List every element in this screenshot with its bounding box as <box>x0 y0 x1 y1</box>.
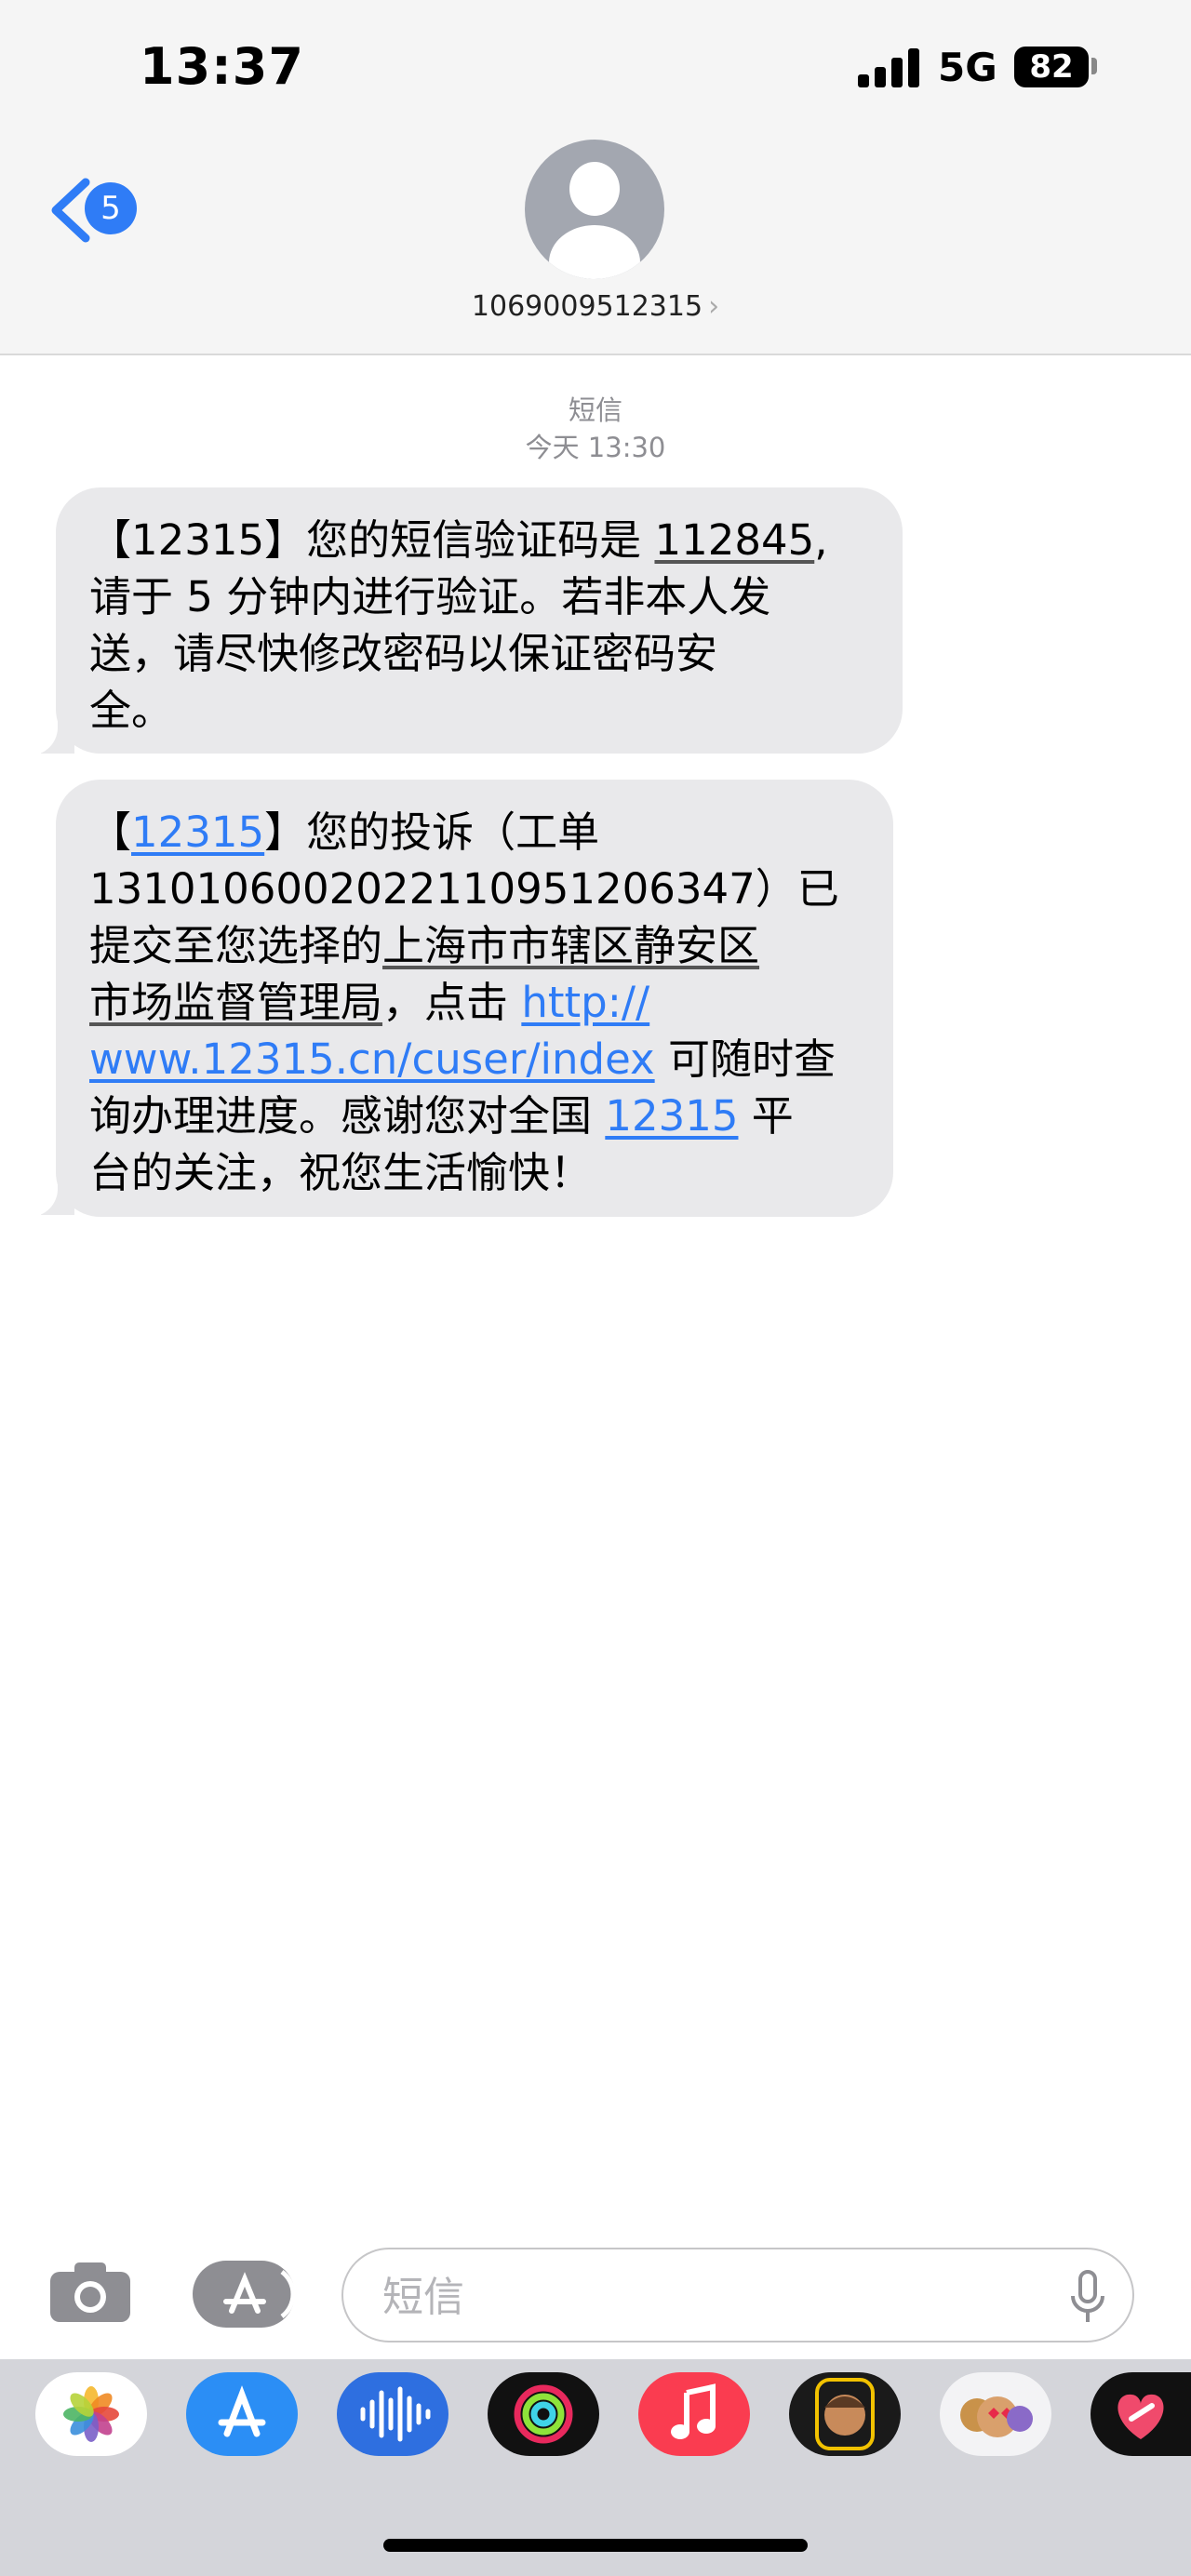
message-line: 提交至您选择的上海市市辖区静安区 <box>89 921 760 970</box>
message-line: www.12315.cn/cuser/index 可随时查 <box>89 1034 836 1084</box>
message-line: 请于 5 分钟内进行验证。若非本人发 <box>89 572 771 621</box>
address-link[interactable]: 市场监督管理局 <box>89 978 382 1027</box>
message-input[interactable] <box>381 2270 1036 2324</box>
home-indicator <box>383 2539 808 2552</box>
heart-app-icon[interactable] <box>1091 2372 1191 2456</box>
person-icon <box>569 162 620 216</box>
app-store-icon <box>223 2270 296 2318</box>
contact-avatar[interactable] <box>525 140 664 279</box>
contact-name-button[interactable]: 1069009512315 › <box>0 290 1191 323</box>
message-line: 市场监督管理局，点击 http:// <box>89 978 650 1027</box>
url-link[interactable]: www.12315.cn/cuser/index <box>89 1034 655 1084</box>
message-line: 全。 <box>89 686 174 735</box>
microphone-icon[interactable] <box>1069 2270 1106 2326</box>
camera-icon[interactable] <box>48 2261 132 2324</box>
message-bubble-complaint[interactable]: 【12315】您的投诉（工单 13101060020221109512063​4… <box>56 780 893 1217</box>
app-store-app-icon[interactable] <box>186 2372 298 2456</box>
message-line: 送，请尽快修改密码以保证密码安 <box>89 629 718 678</box>
link-12315[interactable]: 12315 <box>605 1091 738 1141</box>
address-link[interactable]: 上海市市辖区静安区 <box>382 921 759 970</box>
message-line: 13101060020221109512063​47）已 <box>89 864 839 914</box>
fitness-app-icon[interactable] <box>488 2372 599 2456</box>
cellular-signal-icon <box>858 47 919 87</box>
memoji-stickers-app-icon[interactable] <box>940 2372 1051 2456</box>
url-link[interactable]: http:// <box>521 978 649 1027</box>
status-bar: 13:37 5G 82 <box>0 0 1191 140</box>
message-line: 【12315】您的短信验证码是 112845, <box>89 515 828 565</box>
app-store-button[interactable] <box>193 2261 296 2328</box>
audio-app-icon[interactable] <box>337 2372 448 2456</box>
unread-count-badge: 5 <box>85 182 137 234</box>
contact-number: 1069009512315 <box>471 290 703 323</box>
network-type: 5G <box>938 45 997 90</box>
chevron-right-icon: › <box>708 290 720 323</box>
message-line: 台的关注，祝您生活愉快！ <box>89 1148 593 1197</box>
battery-icon: 82 <box>1014 47 1089 87</box>
memoji-app-icon[interactable] <box>789 2372 901 2456</box>
link-12315[interactable]: 12315 <box>131 808 264 857</box>
message-bubble-verification[interactable]: 【12315】您的短信验证码是 112845, 请于 5 分钟内进行验证。若非本… <box>56 487 903 754</box>
status-time: 13:37 <box>140 37 304 96</box>
battery-tip <box>1091 58 1097 74</box>
message-type-label: 短信 <box>568 394 622 426</box>
music-app-icon[interactable] <box>638 2372 750 2456</box>
message-timestamp: 今天 13:30 <box>525 432 666 463</box>
message-input-field[interactable] <box>341 2248 1134 2342</box>
message-line: 【12315】您的投诉（工单 <box>89 808 600 857</box>
photos-app-icon[interactable] <box>35 2372 147 2456</box>
verification-code[interactable]: 112845 <box>654 515 814 565</box>
message-line: 询办理进度。感谢您对全国 12315 平 <box>89 1091 794 1141</box>
